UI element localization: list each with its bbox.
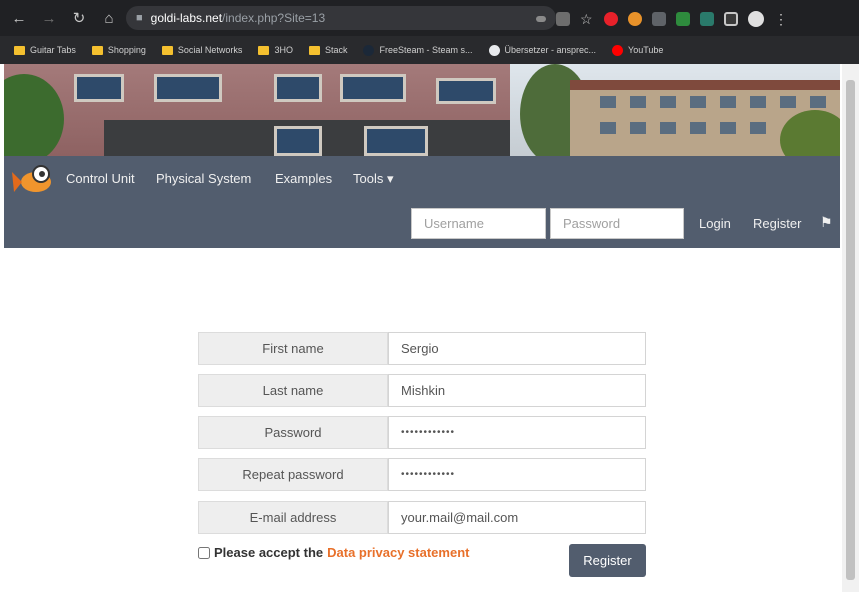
privacy-checkbox[interactable] [198, 546, 210, 559]
building-photo-left [4, 64, 514, 156]
bookmark-item[interactable]: YouTube [606, 44, 669, 56]
bookmark-item[interactable]: Guitar Tabs [8, 45, 82, 55]
nav-examples[interactable]: Examples [275, 171, 332, 186]
goldi-fish-logo-icon[interactable] [10, 164, 54, 194]
bookmark-label: Übersetzer - ansprec... [504, 45, 597, 55]
register-button[interactable]: Register [569, 544, 646, 577]
bookmark-label: FreeSteam - Steam s... [379, 45, 473, 55]
nav-tools-dropdown[interactable]: Tools ▾ [353, 171, 394, 187]
email-label: E-mail address [198, 501, 388, 534]
main-navbar: Control Unit Physical System Examples To… [4, 156, 840, 248]
email-field[interactable]: your.mail@mail.com [388, 501, 646, 534]
bookmark-label: 3HO [274, 45, 293, 55]
extensions-bar: ☆ ⋮ [536, 8, 788, 30]
privacy-statement-link[interactable]: Data privacy statement [327, 545, 469, 560]
bookmark-item[interactable]: Social Networks [156, 45, 249, 55]
puzzle-extension-icon[interactable] [652, 12, 666, 26]
first-name-label: First name [198, 332, 388, 365]
media-extension-icon[interactable] [700, 12, 714, 26]
bookmark-item[interactable]: Stack [303, 45, 354, 55]
last-name-field[interactable]: Mishkin [388, 374, 646, 407]
repeat-password-label: Repeat password [198, 458, 388, 491]
bookmark-label: Stack [324, 45, 348, 55]
url-host: goldi-labs.net [150, 11, 223, 25]
bookmarks-bar: Guitar Tabs Shopping Social Networks 3HO Sta… [0, 36, 859, 64]
globe-icon [488, 44, 500, 56]
key-icon[interactable] [536, 16, 546, 22]
share-icon[interactable] [556, 12, 570, 26]
bookmark-item[interactable]: 3HO [252, 45, 299, 55]
steam-icon [363, 44, 375, 56]
url-bar[interactable]: ■ goldi-labs.net /index.php?Site=13 [126, 6, 556, 30]
nav-physical-system[interactable]: Physical System [156, 171, 251, 186]
folder-icon [308, 45, 320, 55]
bookmark-label: Social Networks [177, 45, 243, 55]
header-banner-photo [4, 64, 840, 156]
menu-kebab-icon[interactable]: ⋮ [774, 12, 788, 26]
bookmark-item[interactable]: Shopping [86, 45, 152, 55]
star-icon[interactable]: ☆ [580, 12, 594, 26]
login-link[interactable]: Login [699, 216, 731, 231]
privacy-text: Please accept the [214, 545, 324, 560]
back-arrow-icon[interactable]: ← [8, 7, 30, 29]
form-row-password: Password •••••••••••• [198, 416, 646, 449]
stop-extension-icon[interactable] [604, 12, 618, 26]
forward-arrow-icon[interactable]: → [38, 7, 60, 29]
last-name-label: Last name [198, 374, 388, 407]
folder-icon [161, 45, 173, 55]
first-name-field[interactable]: Sergio [388, 332, 646, 365]
sidepanel-icon[interactable] [724, 12, 738, 26]
password-input[interactable] [550, 208, 684, 239]
bookmark-label: Shopping [107, 45, 146, 55]
bookmark-item[interactable]: FreeSteam - Steam s... [357, 44, 478, 56]
folder-icon [258, 45, 270, 55]
info-icon[interactable]: ■ [136, 12, 143, 24]
nav-control-unit[interactable]: Control Unit [66, 171, 135, 186]
url-path: /index.php?Site=13 [222, 11, 326, 25]
page-content: Control Unit Physical System Examples To… [4, 64, 840, 592]
form-row-first-name: First name Sergio [198, 332, 646, 365]
flag-icon[interactable]: ⚑ [820, 214, 833, 231]
youtube-icon [612, 44, 624, 56]
browser-chrome: ← → ↻ ⌂ ■ goldi-labs.net /index.php?Site… [0, 0, 859, 64]
password-label: Password [198, 416, 388, 449]
bookmark-label: YouTube [628, 45, 664, 55]
bookmark-item[interactable]: Übersetzer - ansprec... [483, 44, 603, 56]
password-field[interactable]: •••••••••••• [388, 416, 646, 449]
home-icon[interactable]: ⌂ [98, 7, 120, 29]
folder-icon [14, 45, 25, 55]
folder-icon [91, 45, 103, 55]
reload-icon[interactable]: ↻ [68, 7, 90, 29]
privacy-consent[interactable]: Please accept the Data privacy statement [198, 545, 469, 560]
username-input[interactable] [411, 208, 546, 239]
bookmark-label: Guitar Tabs [30, 45, 76, 55]
building-photo-right [510, 64, 840, 156]
register-link[interactable]: Register [753, 216, 801, 231]
profile-avatar-icon[interactable] [748, 11, 764, 27]
green-extension-icon[interactable] [676, 12, 690, 26]
repeat-password-field[interactable]: •••••••••••• [388, 458, 646, 491]
cookie-extension-icon[interactable] [628, 12, 642, 26]
scrollbar-thumb[interactable] [846, 80, 855, 580]
form-row-email: E-mail address your.mail@mail.com [198, 501, 646, 534]
form-row-repeat-password: Repeat password •••••••••••• [198, 458, 646, 491]
form-row-last-name: Last name Mishkin [198, 374, 646, 407]
